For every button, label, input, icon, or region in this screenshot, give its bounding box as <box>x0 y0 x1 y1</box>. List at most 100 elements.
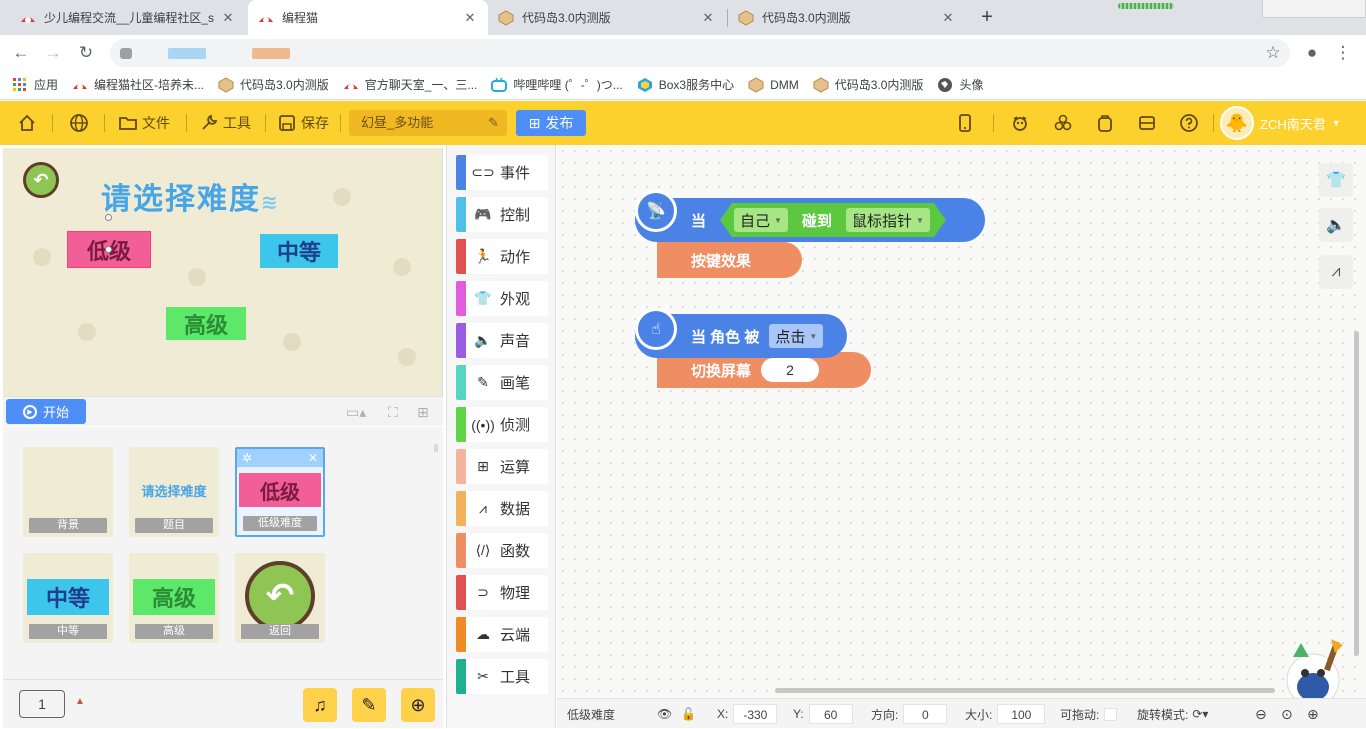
touch-condition[interactable]: 自己 ▼ 碰到 鼠标指针 ▼ <box>720 203 946 237</box>
bookmark[interactable]: 头像 <box>937 76 983 93</box>
start-button[interactable]: ▶ 开始 <box>6 399 86 424</box>
code-workspace[interactable]: 按键效果 当 自己 ▼ 碰到 鼠标指针 ▼ 📡 切换屏幕 2 当 角色 被 点击 ▼ … <box>557 145 1366 698</box>
horizontal-scrollbar[interactable] <box>775 688 1275 693</box>
back-arrow-icon[interactable]: ← <box>8 40 34 66</box>
sprite-name-field[interactable]: 低级难度 <box>567 699 697 729</box>
browser-tab[interactable]: 代码岛3.0内测版 ✕ <box>728 0 966 35</box>
vertical-scrollbar[interactable] <box>1354 331 1359 656</box>
tools-menu[interactable]: 工具 <box>199 101 251 145</box>
rotate-handle[interactable] <box>105 214 112 221</box>
category-motion[interactable]: 🏃 动作 <box>456 239 548 274</box>
zoom-reset-icon[interactable]: ⊙ <box>1281 699 1293 729</box>
project-name-field[interactable]: 幻昼_多功能 ✎ <box>349 110 507 136</box>
panel-resize-handle[interactable]: ⦀ <box>431 444 441 484</box>
sprite-card[interactable]: ↶ 返回 <box>235 553 325 643</box>
category-data[interactable]: ⩘ 数据 <box>456 491 548 526</box>
event-dropdown[interactable]: 点击 ▼ <box>769 324 824 348</box>
star-icon[interactable]: ☆ <box>1260 40 1286 66</box>
when-touch-hat-block[interactable]: 当 自己 ▼ 碰到 鼠标指针 ▼ <box>635 198 985 242</box>
category-cloud[interactable]: ☁ 云端 <box>456 617 548 652</box>
bookmark[interactable]: 哔哩哔哩 (゜-゜)つ... <box>491 76 623 93</box>
self-dropdown[interactable]: 自己 ▼ <box>734 208 788 232</box>
new-tab-button[interactable]: + <box>975 5 999 29</box>
menu-dots-icon[interactable]: ⋮ <box>1330 40 1356 66</box>
category-physics[interactable]: ⊃ 物理 <box>456 575 548 610</box>
layers-icon[interactable] <box>1137 101 1157 145</box>
stage-canvas[interactable]: ↶ 请选择难度≋ 低级 中等 高级 <box>3 148 443 396</box>
reload-icon[interactable]: ↻ <box>73 40 99 66</box>
caret-up-icon[interactable]: ▲ <box>75 696 85 707</box>
draggable-checkbox[interactable] <box>1104 707 1118 721</box>
add-folder-icon[interactable]: ⊕ <box>401 688 435 722</box>
screen-number-input[interactable]: 2 <box>761 358 820 382</box>
mascot-icon[interactable] <box>1010 101 1030 145</box>
size-input[interactable]: 100 <box>997 704 1046 724</box>
save-button[interactable]: 保存 <box>277 101 329 145</box>
url-field[interactable] <box>110 39 1290 67</box>
sprite-card[interactable]: 背景 <box>23 447 113 537</box>
browser-tab-active[interactable]: 编程猫 ✕ <box>248 0 488 35</box>
center-handle[interactable] <box>105 246 112 253</box>
waveform-icon[interactable]: ⩘ <box>1319 255 1353 289</box>
category-tools[interactable]: ✂ 工具 <box>456 659 548 694</box>
category-control[interactable]: 🎮 控制 <box>456 197 548 232</box>
grid-icon[interactable]: ⊞ <box>417 402 429 422</box>
bookmark[interactable]: 编程猫社区-培养未... <box>72 76 204 93</box>
category-operators[interactable]: ⊞ 运算 <box>456 449 548 484</box>
browser-tab[interactable]: 少儿编程交流__儿童编程社区_sc ✕ <box>10 0 246 35</box>
speaker-icon[interactable]: 🔈 <box>1319 208 1353 242</box>
sprite-card[interactable]: 高级 高级 <box>129 553 219 643</box>
close-icon[interactable]: ✕ <box>220 10 236 26</box>
bookmark[interactable]: 代码岛3.0内测版 <box>813 76 923 93</box>
y-input[interactable]: 60 <box>808 704 853 724</box>
shirt-icon[interactable]: 👕 <box>1319 163 1353 197</box>
direction-input[interactable]: 0 <box>903 704 948 724</box>
file-menu[interactable]: 文件 <box>118 101 170 145</box>
target-dropdown[interactable]: 鼠标指针 ▼ <box>846 208 930 232</box>
high-level-sprite[interactable]: 高级 <box>166 307 246 340</box>
backpack-icon[interactable] <box>1095 101 1115 145</box>
close-icon[interactable]: ✕ <box>462 10 478 26</box>
sprite-card[interactable]: 中等 中等 <box>23 553 113 643</box>
window-controls[interactable] <box>1262 0 1366 18</box>
cubes-icon[interactable] <box>1053 101 1073 145</box>
bookmark[interactable]: DMM <box>748 76 799 93</box>
account-icon[interactable]: ● <box>1299 40 1325 66</box>
phone-preview-icon[interactable] <box>955 101 975 145</box>
pencil-icon[interactable]: ✎ <box>352 688 386 722</box>
screen-ratio-icon[interactable]: ▭▴ <box>346 402 366 422</box>
zoom-out-icon[interactable]: ⊖ <box>1255 699 1267 729</box>
edit-pencil-icon[interactable]: ✎ <box>488 110 499 136</box>
mascot-helper[interactable] <box>1273 635 1353 698</box>
sprite-card[interactable]: 请选择难度 题目 <box>129 447 219 537</box>
unlock-icon[interactable]: 🔓 <box>681 699 696 729</box>
visibility-eye-icon[interactable]: 👁 <box>657 699 672 729</box>
x-input[interactable]: -330 <box>733 704 778 724</box>
mid-level-sprite[interactable]: 中等 <box>260 234 338 268</box>
publish-button[interactable]: ⊞ 发布 <box>516 110 586 136</box>
category-sensing[interactable]: ((•)) 侦测 <box>456 407 548 442</box>
category-functions[interactable]: ⟨/⟩ 函数 <box>456 533 548 568</box>
category-events[interactable]: ⊂⊃ 事件 <box>456 155 548 190</box>
bookmark-apps[interactable]: 应用 <box>12 76 58 93</box>
user-menu[interactable]: 🐥 ZCH南天君 ▼ <box>1220 104 1341 142</box>
stage-back-button[interactable]: ↶ <box>23 162 59 198</box>
zoom-in-icon[interactable]: ⊕ <box>1307 699 1319 729</box>
gear-icon[interactable]: ✲ <box>242 451 252 465</box>
category-pen[interactable]: ✎ 画笔 <box>456 365 548 400</box>
bookmark[interactable]: Box3服务中心 <box>637 76 734 93</box>
sprite-card-selected[interactable]: ✲ ✕ 低级 低级难度 <box>235 447 325 537</box>
globe-icon[interactable] <box>69 101 89 145</box>
bookmark[interactable]: 代码岛3.0内测版 <box>218 76 329 93</box>
key-effect-block[interactable]: 按键效果 <box>657 242 802 278</box>
music-icon[interactable]: ♫ <box>303 688 337 722</box>
home-icon[interactable] <box>17 101 37 145</box>
fullscreen-icon[interactable]: ⛶ <box>388 402 398 422</box>
help-icon[interactable] <box>1179 101 1199 145</box>
category-looks[interactable]: 👕 外观 <box>456 281 548 316</box>
close-icon[interactable]: ✕ <box>940 10 956 26</box>
screen-selector[interactable]: 1 <box>19 690 65 718</box>
category-sound[interactable]: 🔈 声音 <box>456 323 548 358</box>
close-icon[interactable]: ✕ <box>308 451 318 465</box>
forward-arrow-icon[interactable]: → <box>40 40 66 66</box>
